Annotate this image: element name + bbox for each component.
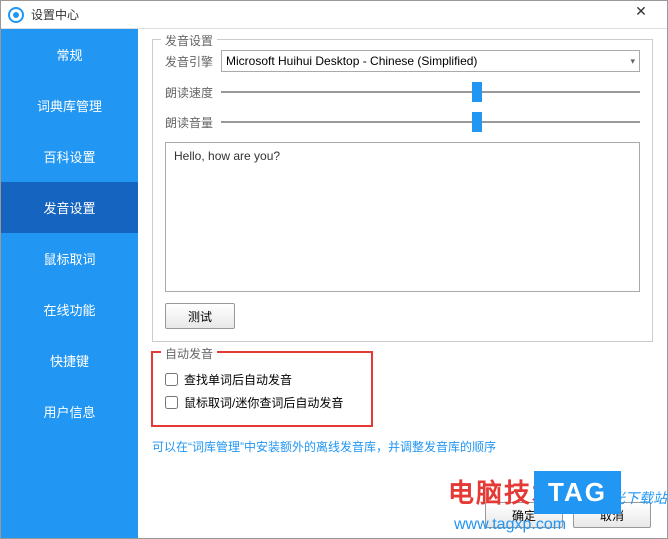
- slider-thumb[interactable]: [472, 82, 482, 102]
- volume-label: 朗读音量: [165, 114, 221, 131]
- sample-text-input[interactable]: Hello, how are you?: [165, 142, 640, 292]
- speed-slider[interactable]: [221, 82, 640, 102]
- close-icon[interactable]: ✕: [621, 1, 661, 20]
- titlebar: 设置中心 ✕: [1, 1, 667, 29]
- main-panel: 发音设置 发音引擎 Microsoft Huihui Desktop - Chi…: [138, 29, 667, 538]
- hint-text: 可以在“词库管理”中安装额外的离线发音库，并调整发音库的顺序: [152, 438, 653, 455]
- slider-track: [221, 121, 640, 123]
- slider-track: [221, 91, 640, 93]
- engine-value: Microsoft Huihui Desktop - Chinese (Simp…: [226, 54, 477, 68]
- footer-buttons: 确定 取消: [485, 502, 651, 528]
- window-body: 常规 词典库管理 百科设置 发音设置 鼠标取词 在线功能 快捷键 用户信息 发音…: [1, 29, 667, 538]
- sidebar-item-online[interactable]: 在线功能: [1, 284, 138, 335]
- sidebar-item-encyclopedia[interactable]: 百科设置: [1, 131, 138, 182]
- sidebar-item-mouse[interactable]: 鼠标取词: [1, 233, 138, 284]
- chevron-down-icon: ▾: [630, 56, 635, 67]
- auto-opt1-label: 查找单词后自动发音: [184, 371, 292, 388]
- cancel-button[interactable]: 取消: [573, 502, 651, 528]
- voice-settings-group: 发音设置 发音引擎 Microsoft Huihui Desktop - Chi…: [152, 39, 653, 342]
- auto-opt2-label: 鼠标取词/迷你查词后自动发音: [184, 394, 343, 411]
- sidebar-item-shortcut[interactable]: 快捷键: [1, 335, 138, 386]
- ok-button[interactable]: 确定: [485, 502, 563, 528]
- sidebar-item-general[interactable]: 常规: [1, 29, 138, 80]
- test-button[interactable]: 测试: [165, 303, 235, 329]
- sidebar-item-user[interactable]: 用户信息: [1, 386, 138, 437]
- sidebar: 常规 词典库管理 百科设置 发音设置 鼠标取词 在线功能 快捷键 用户信息: [1, 29, 138, 538]
- auto-after-mouse-checkbox[interactable]: [165, 396, 178, 409]
- settings-window: 设置中心 ✕ 常规 词典库管理 百科设置 发音设置 鼠标取词 在线功能 快捷键 …: [0, 0, 668, 539]
- auto-after-lookup-checkbox[interactable]: [165, 373, 178, 386]
- auto-legend: 自动发音: [161, 345, 217, 362]
- auto-voice-group: 自动发音 查找单词后自动发音 鼠标取词/迷你查词后自动发音: [152, 352, 372, 426]
- voice-legend: 发音设置: [161, 32, 217, 49]
- volume-slider[interactable]: [221, 112, 640, 132]
- engine-select[interactable]: Microsoft Huihui Desktop - Chinese (Simp…: [221, 50, 640, 72]
- window-title: 设置中心: [31, 6, 621, 23]
- speed-label: 朗读速度: [165, 84, 221, 101]
- slider-thumb[interactable]: [472, 112, 482, 132]
- sidebar-item-dict[interactable]: 词典库管理: [1, 80, 138, 131]
- sidebar-item-voice[interactable]: 发音设置: [1, 182, 138, 233]
- engine-label: 发音引擎: [165, 53, 221, 70]
- app-icon: [7, 6, 25, 24]
